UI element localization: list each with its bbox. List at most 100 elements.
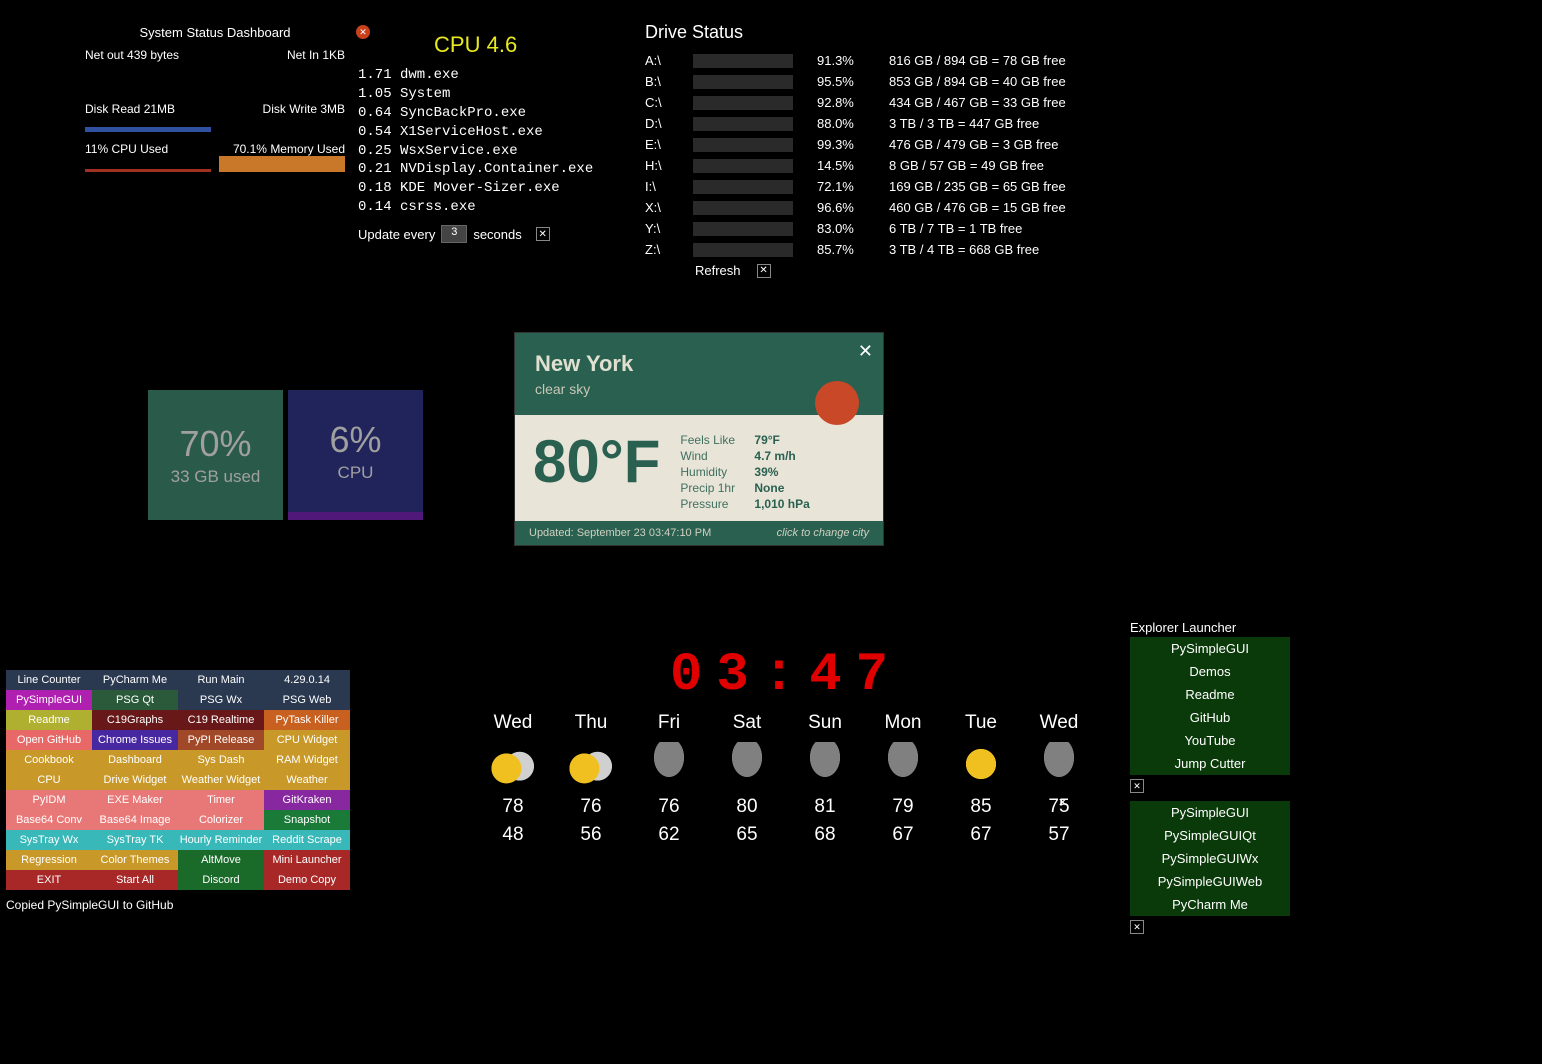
forecast-day-label: Tue bbox=[946, 712, 1016, 734]
launcher-button[interactable]: CPU Widget bbox=[264, 730, 350, 750]
launcher-button[interactable]: Cookbook bbox=[6, 750, 92, 770]
launcher-button[interactable]: Dashboard bbox=[92, 750, 178, 770]
weather-detail-label: Pressure bbox=[680, 497, 754, 511]
weather-temp: 80°F bbox=[533, 427, 660, 513]
drive-usage-bar bbox=[693, 75, 793, 89]
launcher-button[interactable]: Drive Widget bbox=[92, 770, 178, 790]
launcher-button[interactable]: PSG Web bbox=[264, 690, 350, 710]
net-out-label: Net out 439 bytes bbox=[85, 48, 179, 62]
launcher-button[interactable]: Discord bbox=[178, 870, 264, 890]
drive-label: H:\ bbox=[645, 158, 669, 173]
explorer-item[interactable]: PySimpleGUIQt bbox=[1130, 824, 1290, 847]
explorer-item[interactable]: PySimpleGUI bbox=[1130, 637, 1290, 660]
weather-detail-value: None bbox=[754, 481, 784, 495]
update-interval-spinner[interactable]: 3 bbox=[441, 225, 467, 243]
launcher-button[interactable]: CPU bbox=[6, 770, 92, 790]
cpu-tile[interactable]: 6% CPU bbox=[288, 390, 423, 520]
cpu-percent: 6% bbox=[329, 419, 381, 461]
close-icon[interactable]: ✕ bbox=[1130, 920, 1144, 934]
drive-status-title: Drive Status bbox=[645, 22, 1066, 43]
drive-free-text: 434 GB / 467 GB = 33 GB free bbox=[889, 95, 1066, 110]
launcher-button[interactable]: Hourly Reminder bbox=[178, 830, 264, 850]
launcher-button[interactable]: C19Graphs bbox=[92, 710, 178, 730]
drive-label: B:\ bbox=[645, 74, 669, 89]
forecast-row: Wed 78 48 Thu 76 56 Fri 76 62 Sat 80 65 … bbox=[478, 712, 1094, 846]
drive-free-text: 3 TB / 3 TB = 447 GB free bbox=[889, 116, 1039, 131]
launcher-button[interactable]: Start All bbox=[92, 870, 178, 890]
launcher-button[interactable]: Reddit Scrape bbox=[264, 830, 350, 850]
cpu-widget: CPU 4.6 1.71 dwm.exe1.05 System0.64 Sync… bbox=[358, 32, 593, 243]
launcher-button[interactable]: PSG Qt bbox=[92, 690, 178, 710]
launcher-button[interactable]: SysTray TK bbox=[92, 830, 178, 850]
ram-tile[interactable]: 70% 33 GB used bbox=[148, 390, 283, 520]
drive-usage-bar bbox=[693, 54, 793, 68]
explorer-item[interactable]: PySimpleGUI bbox=[1130, 801, 1290, 824]
launcher-button[interactable]: Open GitHub bbox=[6, 730, 92, 750]
launcher-button[interactable]: AltMove bbox=[178, 850, 264, 870]
close-icon[interactable]: ✕ bbox=[1130, 779, 1144, 793]
launcher-button[interactable]: Base64 Conv bbox=[6, 810, 92, 830]
process-row: 1.71 dwm.exe bbox=[358, 66, 593, 85]
explorer-item[interactable]: Readme bbox=[1130, 683, 1290, 706]
launcher-button[interactable]: GitKraken bbox=[264, 790, 350, 810]
launcher-button[interactable]: Weather Widget bbox=[178, 770, 264, 790]
launcher-button[interactable]: EXE Maker bbox=[92, 790, 178, 810]
launcher-button[interactable]: Regression bbox=[6, 850, 92, 870]
explorer-item[interactable]: YouTube bbox=[1130, 729, 1290, 752]
drive-label: Y:\ bbox=[645, 221, 669, 236]
weather-detail-row: Wind4.7 m/h bbox=[680, 449, 809, 463]
drive-usage-bar bbox=[693, 138, 793, 152]
explorer-item[interactable]: PySimpleGUIWeb bbox=[1130, 870, 1290, 893]
launcher-button[interactable]: PyPI Release bbox=[178, 730, 264, 750]
explorer-item[interactable]: PyCharm Me bbox=[1130, 893, 1290, 916]
close-icon[interactable]: ✕ bbox=[858, 341, 873, 362]
launcher-button[interactable]: Chrome Issues bbox=[92, 730, 178, 750]
weather-partcloud-icon bbox=[569, 742, 613, 786]
launcher-button[interactable]: Color Themes bbox=[92, 850, 178, 870]
forecast-day-label: Sun bbox=[790, 712, 860, 734]
close-icon[interactable]: ✕ bbox=[757, 264, 771, 278]
change-city-hint[interactable]: click to change city bbox=[777, 527, 869, 539]
explorer-item[interactable]: Demos bbox=[1130, 660, 1290, 683]
close-icon[interactable]: ✕ bbox=[536, 227, 550, 241]
launcher-button[interactable]: SysTray Wx bbox=[6, 830, 92, 850]
launcher-button[interactable]: 4.29.0.14 bbox=[264, 670, 350, 690]
process-row: 0.18 KDE Mover-Sizer.exe bbox=[358, 179, 593, 198]
weather-detail-row: Feels Like79°F bbox=[680, 433, 809, 447]
drive-row: A:\ 91.3% 816 GB / 894 GB = 78 GB free bbox=[645, 53, 1066, 68]
launcher-button[interactable]: C19 Realtime bbox=[178, 710, 264, 730]
forecast-day: Tue 85 67 bbox=[946, 712, 1016, 846]
drive-free-text: 6 TB / 7 TB = 1 TB free bbox=[889, 221, 1022, 236]
drive-free-text: 853 GB / 894 GB = 40 GB free bbox=[889, 74, 1066, 89]
drive-label: A:\ bbox=[645, 53, 669, 68]
forecast-day-label: Thu bbox=[556, 712, 626, 734]
launcher-button[interactable]: RAM Widget bbox=[264, 750, 350, 770]
launcher-button[interactable]: Sys Dash bbox=[178, 750, 264, 770]
launcher-button[interactable]: PyIDM bbox=[6, 790, 92, 810]
launcher-button[interactable]: PySimpleGUI bbox=[6, 690, 92, 710]
launcher-button[interactable]: PSG Wx bbox=[178, 690, 264, 710]
launcher-button[interactable]: Base64 Image bbox=[92, 810, 178, 830]
launcher-button[interactable]: Line Counter bbox=[6, 670, 92, 690]
forecast-day: Sun 81 68 bbox=[790, 712, 860, 846]
weather-updated: Updated: September 23 03:47:10 PM bbox=[529, 527, 711, 539]
launcher-button[interactable]: Snapshot bbox=[264, 810, 350, 830]
launcher-button[interactable]: Mini Launcher bbox=[264, 850, 350, 870]
launcher-button[interactable]: Readme bbox=[6, 710, 92, 730]
explorer-item[interactable]: Jump Cutter bbox=[1130, 752, 1290, 775]
drive-row: E:\ 99.3% 476 GB / 479 GB = 3 GB free bbox=[645, 137, 1066, 152]
forecast-high: 76 bbox=[556, 796, 626, 818]
explorer-item[interactable]: PySimpleGUIWx bbox=[1130, 847, 1290, 870]
launcher-button[interactable]: Timer bbox=[178, 790, 264, 810]
drive-free-text: 3 TB / 4 TB = 668 GB free bbox=[889, 242, 1039, 257]
launcher-button[interactable]: PyTask Killer bbox=[264, 710, 350, 730]
launcher-button[interactable]: Demo Copy bbox=[264, 870, 350, 890]
launcher-button[interactable]: PyCharm Me bbox=[92, 670, 178, 690]
explorer-item[interactable]: GitHub bbox=[1130, 706, 1290, 729]
close-icon[interactable]: ✕ bbox=[1058, 796, 1067, 809]
launcher-button[interactable]: Colorizer bbox=[178, 810, 264, 830]
launcher-button[interactable]: Weather bbox=[264, 770, 350, 790]
launcher-button[interactable]: EXIT bbox=[6, 870, 92, 890]
drive-row: Y:\ 83.0% 6 TB / 7 TB = 1 TB free bbox=[645, 221, 1066, 236]
launcher-button[interactable]: Run Main bbox=[178, 670, 264, 690]
